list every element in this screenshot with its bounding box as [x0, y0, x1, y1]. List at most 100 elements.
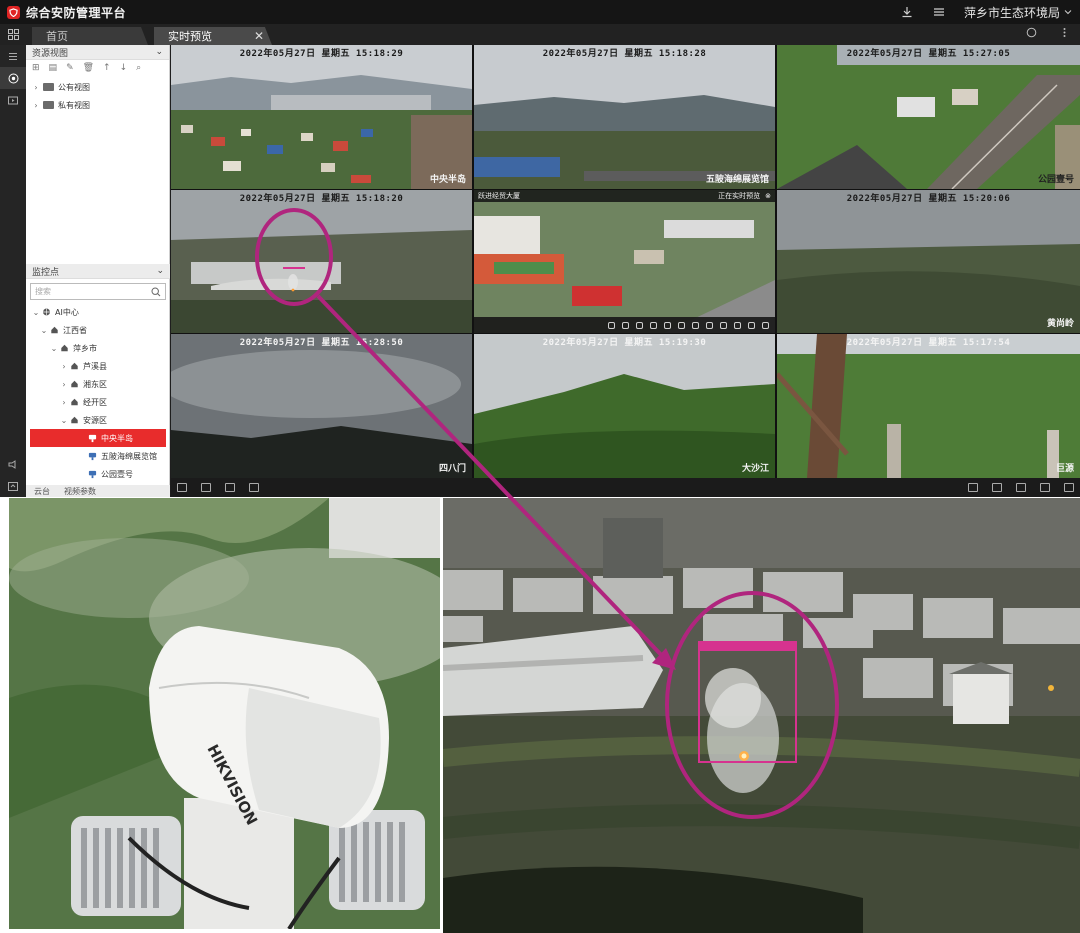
caret-down-icon[interactable]: ⌄	[32, 308, 40, 317]
caret-right-icon[interactable]: ›	[60, 398, 68, 407]
fullscreen-icon[interactable]	[748, 321, 755, 329]
download-icon[interactable]	[900, 5, 914, 19]
video-tile-7[interactable]: 2022年05月27日 星期五 15:28:50 四八门	[171, 334, 472, 478]
list-icon[interactable]	[177, 483, 187, 492]
rail-playback-icon[interactable]	[0, 89, 26, 111]
caret-right-icon[interactable]: ›	[60, 362, 68, 371]
rail-export-icon[interactable]	[0, 475, 26, 497]
video-camera-name: 公园壹号	[1037, 175, 1074, 185]
volume-icon[interactable]	[225, 483, 235, 492]
video-frame	[474, 190, 775, 333]
audio-icon[interactable]	[622, 321, 629, 329]
tab-video-params[interactable]: 视频参数	[64, 486, 96, 497]
window-icon[interactable]	[968, 483, 978, 492]
search-icon[interactable]	[151, 286, 161, 297]
org-account-menu[interactable]: 萍乡市生态环境局	[964, 4, 1072, 21]
video-camera-name: 巨源	[1055, 464, 1074, 474]
tree-camera-central-peninsula[interactable]: 中央半岛	[30, 429, 166, 447]
tree-node-luxi[interactable]: › 芦溪县	[26, 357, 170, 375]
tree-node-label: 江西省	[63, 325, 87, 335]
delete-icon[interactable]: 🗑	[83, 63, 94, 73]
caret-down-icon[interactable]: ⌄	[60, 416, 68, 425]
resource-toolbar: ⊞ ▤ ✎ 🗑 ↑ ↓ ⌕	[26, 60, 169, 76]
move-down-icon[interactable]: ↓	[120, 63, 128, 73]
caret-right-icon[interactable]: ›	[32, 83, 40, 92]
record-icon[interactable]	[650, 321, 657, 329]
chevron-down-icon	[1064, 10, 1072, 15]
home-icon	[61, 344, 68, 352]
org-name: 萍乡市生态环境局	[963, 5, 1060, 20]
magnify-icon[interactable]	[720, 321, 727, 329]
close-icon[interactable]: ⊗	[765, 192, 771, 200]
add-view-icon[interactable]: ⊞	[32, 63, 40, 73]
caret-down-icon[interactable]: ⌄	[50, 344, 58, 353]
tree-item-public-view[interactable]: › 公有视图	[26, 78, 169, 96]
camera-icon	[88, 452, 97, 460]
ptz-icon[interactable]	[706, 321, 713, 329]
tree-camera-park-one[interactable]: 公园壹号	[26, 465, 170, 483]
video-tile-5-active[interactable]: 跃进经贸大厦 正在实时预览 ⊗	[474, 190, 775, 333]
zoom-icon[interactable]	[636, 321, 643, 329]
monitor-search-input[interactable]: 搜索	[30, 283, 166, 300]
tree-node-jingkai[interactable]: › 经开区	[26, 393, 170, 411]
video-camera-name: 五陂海绵展览馆	[705, 175, 769, 185]
tab-home-label: 首页	[46, 30, 68, 43]
fire-detection-zoom	[443, 498, 1080, 933]
resource-view-title: 资源视图	[32, 48, 69, 59]
save-icon[interactable]	[201, 483, 211, 492]
add-group-icon[interactable]: ▤	[49, 63, 58, 73]
tree-node-xiangdong[interactable]: › 湘东区	[26, 375, 170, 393]
caret-down-icon[interactable]: ⌄	[40, 326, 48, 335]
rail-preview-icon[interactable]	[0, 67, 26, 89]
tree-item-private-view[interactable]: › 私有视图	[26, 96, 169, 114]
fullscreen-icon[interactable]	[1040, 483, 1050, 492]
playback-icon[interactable]	[678, 321, 685, 329]
app-grid-icon[interactable]	[0, 24, 26, 45]
video-tile-3[interactable]: 2022年05月27日 星期五 15:27:05 公园壹号	[777, 45, 1080, 189]
search-icon[interactable]: ⌕	[136, 63, 141, 73]
tab-live-preview[interactable]: 实时预览 ✕	[154, 27, 272, 45]
video-osd-timestamp: 2022年05月27日 星期五 15:28:50	[239, 338, 404, 348]
layout-icon[interactable]	[992, 483, 1002, 492]
video-tile-9[interactable]: 2022年05月27日 星期五 15:17:54 巨源	[777, 334, 1080, 478]
video-tile-1[interactable]: 2022年05月27日 星期五 15:18:29 中央半岛	[171, 45, 472, 189]
more-icon[interactable]	[762, 321, 769, 329]
tree-node-jiangxi[interactable]: ⌄ 江西省	[26, 321, 170, 339]
tree-node-label: 芦溪县	[83, 361, 107, 371]
tree-camera-wubei[interactable]: 五陂海绵展览馆	[26, 447, 170, 465]
monitor-header[interactable]: 监控点 ⌄	[26, 264, 170, 279]
home-icon	[71, 362, 78, 370]
video-tile-4-fire-detection[interactable]: 2022年05月27日 星期五 15:18:20	[171, 190, 472, 333]
capture-icon[interactable]	[249, 483, 259, 492]
caret-right-icon[interactable]: ›	[32, 101, 40, 110]
split-icon[interactable]	[1016, 483, 1026, 492]
video-tile-8[interactable]: 2022年05月27日 星期五 15:19:30 大沙江	[474, 334, 775, 478]
video-tile-6[interactable]: 2022年05月27日 星期五 15:20:06 黄尚岭	[777, 190, 1080, 333]
rail-broadcast-icon[interactable]	[0, 453, 26, 475]
picture-icon[interactable]	[734, 321, 741, 329]
panel-footer-tabs: 云台 视频参数	[26, 485, 170, 497]
rail-list-icon[interactable]	[0, 45, 26, 67]
video-camera-name: 中央半岛	[429, 175, 466, 185]
tree-node-anyuan[interactable]: ⌄ 安源区	[26, 411, 170, 429]
tree-node-ai-center[interactable]: ⌄ AI中心	[26, 303, 170, 321]
title-bar: 综合安防管理平台 萍乡市生态环境局	[0, 0, 1080, 24]
tab-home[interactable]: 首页	[32, 27, 148, 45]
mic-icon[interactable]	[692, 321, 699, 329]
tab-ptz[interactable]: 云台	[34, 486, 50, 497]
resource-view-header[interactable]: 资源视图 ⌄	[26, 45, 169, 60]
tree-node-pingxiang[interactable]: ⌄ 萍乡市	[26, 339, 170, 357]
settings-icon[interactable]	[1064, 483, 1074, 492]
edit-icon[interactable]: ✎	[66, 63, 74, 73]
caret-right-icon[interactable]: ›	[60, 380, 68, 389]
stream-icon[interactable]	[664, 321, 671, 329]
menu-icon[interactable]	[932, 5, 946, 19]
close-icon[interactable]: ✕	[254, 29, 264, 43]
security-platform-window: 综合安防管理平台 萍乡市生态环境局 首页 实时预览 ✕ 资源视图 ⌄ ⊞ ▤ ✎…	[0, 0, 1080, 497]
video-tile-2[interactable]: 2022年05月27日 星期五 15:18:28 五陂海绵展览馆	[474, 45, 775, 189]
snapshot-icon[interactable]	[608, 321, 615, 329]
move-up-icon[interactable]: ↑	[103, 63, 111, 73]
more-icon[interactable]	[1059, 27, 1070, 38]
video-frame	[777, 45, 1080, 189]
circle-icon[interactable]	[1026, 27, 1037, 38]
